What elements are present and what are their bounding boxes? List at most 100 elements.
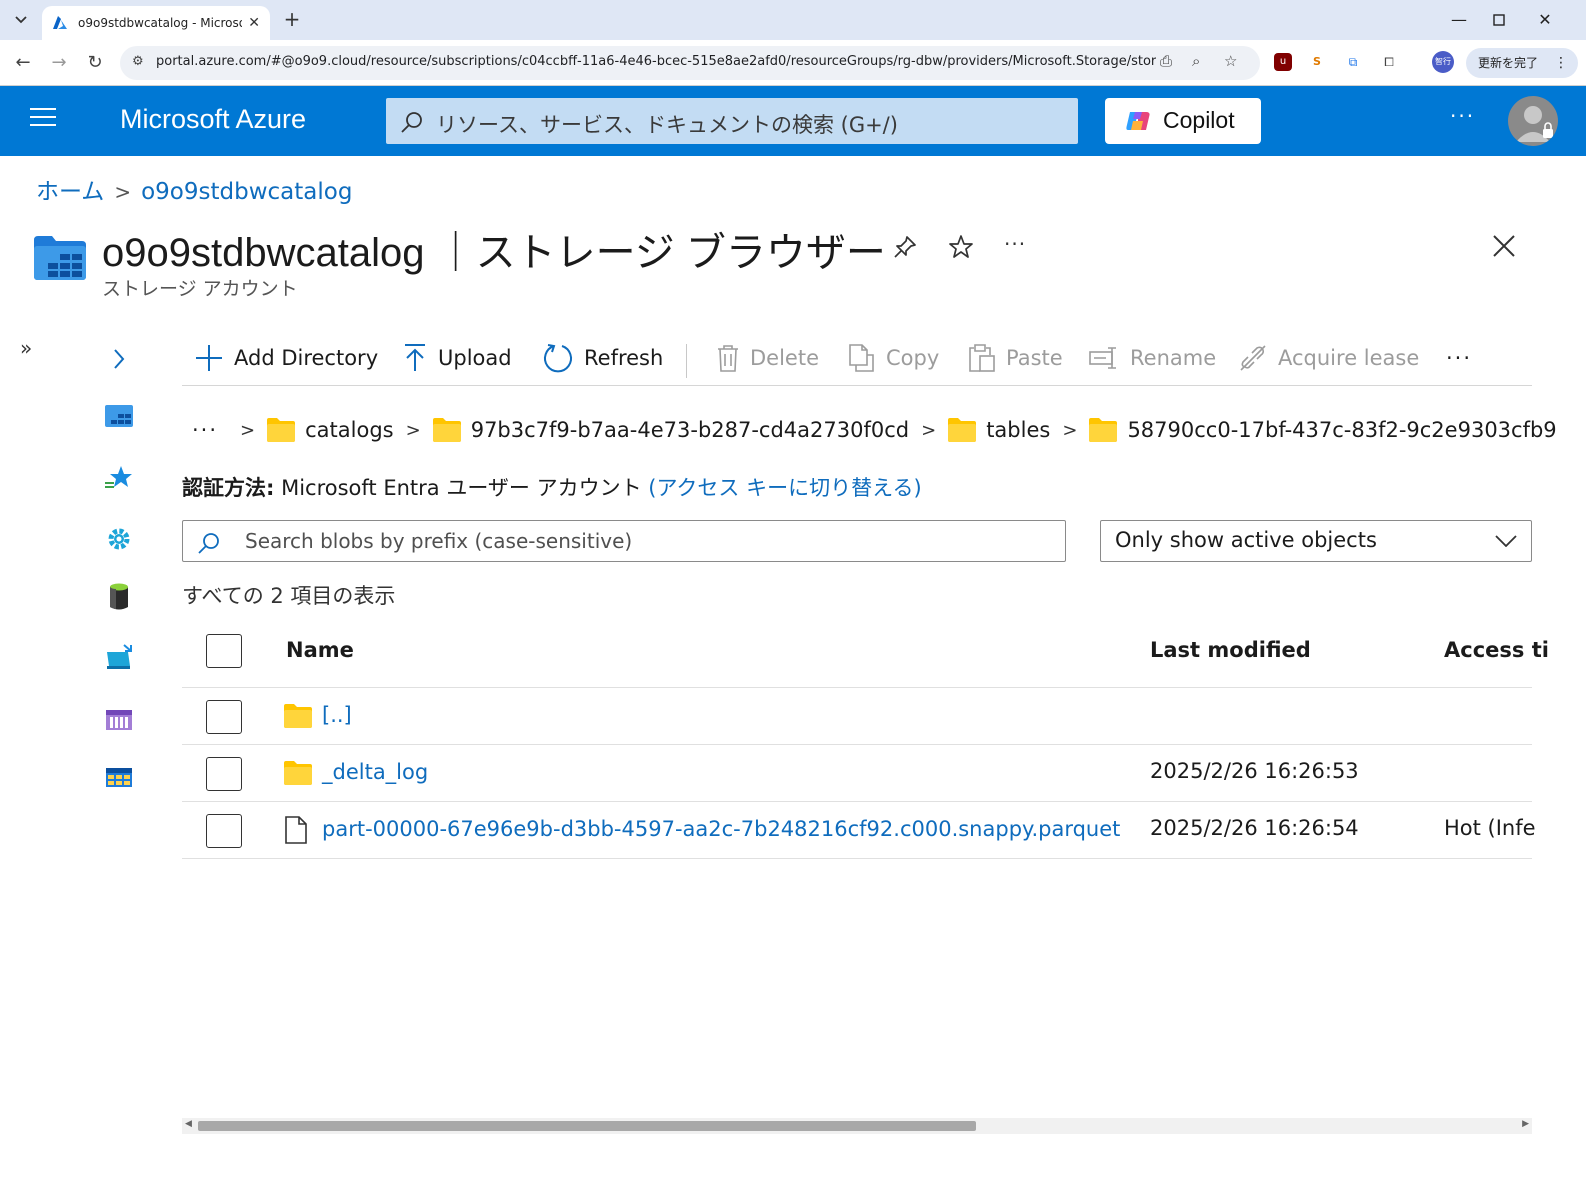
tab-search-button[interactable] — [8, 7, 34, 33]
column-header-last-modified[interactable]: Last modified — [1150, 638, 1311, 662]
last-modified-cell: 2025/2/26 16:26:54 — [1150, 816, 1359, 840]
folder-icon — [432, 418, 461, 442]
add-directory-label: Add Directory — [234, 346, 379, 370]
path-segment[interactable]: catalogs — [305, 418, 393, 442]
add-directory-button[interactable]: Add Directory — [194, 336, 378, 380]
browser-menu-icon[interactable]: ⋮ — [1554, 48, 1568, 78]
favorite-star-icon[interactable] — [948, 234, 974, 260]
scroll-left-icon[interactable]: ◀ — [185, 1119, 192, 1129]
blob-search-placeholder: Search blobs by prefix (case-sensitive) — [245, 529, 633, 553]
user-icon — [1516, 106, 1553, 142]
header-more-button[interactable]: ··· — [1450, 104, 1475, 128]
close-blade-icon[interactable] — [1492, 234, 1516, 258]
toolbar-more-button[interactable]: ··· — [1446, 336, 1472, 380]
last-modified-cell: 2025/2/26 16:26:53 — [1150, 759, 1359, 783]
azure-brand[interactable]: Microsoft Azure — [120, 104, 306, 135]
storage-account-menu-icon[interactable] — [104, 402, 134, 432]
table-row[interactable]: _delta_log 2025/2/26 16:26:53 — [182, 745, 1532, 802]
maximize-icon — [1493, 14, 1505, 26]
select-all-checkbox[interactable] — [206, 634, 242, 668]
refresh-icon — [544, 344, 572, 373]
row-checkbox[interactable] — [206, 814, 242, 848]
access-tier-cell: Hot (Infe — [1444, 816, 1536, 840]
forward-button[interactable]: → — [46, 50, 72, 76]
collapse-menu-icon[interactable]: » — [20, 336, 32, 360]
copy-icon — [849, 344, 874, 372]
switch-to-access-key-link[interactable]: (アクセス キーに切り替える) — [648, 476, 921, 500]
back-button[interactable]: ← — [10, 50, 36, 76]
pin-icon[interactable] — [892, 234, 918, 260]
reload-button[interactable]: ↻ — [82, 50, 108, 76]
chevron-right-icon: > — [240, 419, 256, 441]
table-row[interactable]: part-00000-67e96e9b-d3bb-4597-aa2c-7b248… — [182, 802, 1536, 859]
auth-method-value: Microsoft Entra ユーザー アカウント — [281, 476, 642, 500]
user-avatar[interactable] — [1508, 96, 1558, 146]
bookmark-star-icon[interactable]: ☆ — [1224, 52, 1237, 70]
extensions-puzzle-icon[interactable]: ⧠ — [1380, 53, 1398, 71]
column-header-access-tier[interactable]: Access ti — [1444, 638, 1549, 662]
row-checkbox[interactable] — [206, 757, 242, 791]
global-search-input[interactable]: リソース、サービス、ドキュメントの検索 (G+/) — [386, 98, 1078, 144]
folder-icon — [1089, 418, 1118, 442]
data-transfer-icon[interactable] — [104, 642, 134, 672]
favorites-menu-icon[interactable] — [104, 464, 134, 494]
copy-button[interactable]: Copy — [848, 336, 939, 380]
settings-gear-icon[interactable] — [104, 524, 134, 554]
table-header-row: Name Last modified Access ti — [182, 620, 1549, 688]
browser-tab-active[interactable]: o9o9stdbwcatalog - Microsoft Azure ✕ — [42, 6, 270, 40]
profile-avatar[interactable]: 智行 — [1432, 51, 1454, 73]
active-objects-dropdown[interactable]: Only show active objects — [1100, 520, 1532, 562]
blob-name-link[interactable]: [..] — [322, 703, 352, 727]
paste-button[interactable]: Paste — [968, 336, 1063, 380]
azure-top-bar: Microsoft Azure リソース、サービス、ドキュメントの検索 (G+/… — [0, 86, 1586, 156]
blob-name-link[interactable]: _delta_log — [322, 760, 428, 784]
data-storage-icon[interactable] — [104, 582, 134, 612]
breadcrumb-home[interactable]: ホーム — [36, 179, 104, 205]
path-segment[interactable]: 97b3c7f9-b7aa-4e73-b287-cd4a2730f0cd — [471, 418, 909, 442]
blade-more-button[interactable]: ··· — [1004, 232, 1026, 256]
upload-label: Upload — [438, 346, 512, 370]
site-info-icon[interactable]: ⚙ — [132, 54, 144, 69]
install-app-icon[interactable]: ⎙ — [1160, 52, 1172, 70]
column-header-name[interactable]: Name — [286, 638, 354, 662]
breadcrumb-resource[interactable]: o9o9stdbwcatalog — [141, 179, 352, 205]
command-toolbar: Add Directory Upload Refresh Delete Copy… — [182, 336, 1532, 386]
screenshot-extension-icon[interactable]: ⧉ — [1344, 53, 1362, 71]
queues-icon[interactable] — [104, 704, 134, 734]
scroll-right-icon[interactable]: ▶ — [1522, 1119, 1529, 1129]
row-checkbox[interactable] — [206, 700, 242, 734]
new-tab-button[interactable]: + — [280, 8, 304, 32]
zoom-icon[interactable]: ⌕ — [1192, 52, 1200, 70]
refresh-button[interactable]: Refresh — [542, 336, 663, 380]
folder-icon — [267, 418, 296, 442]
minimize-window-button[interactable]: — — [1444, 8, 1474, 32]
storage-account-icon — [34, 236, 86, 280]
toolbar-divider — [686, 344, 687, 378]
path-ellipsis-button[interactable]: ··· — [192, 418, 218, 442]
portal-menu-icon[interactable] — [30, 108, 56, 128]
blob-name-link[interactable]: part-00000-67e96e9b-d3bb-4597-aa2c-7b248… — [322, 817, 1120, 841]
rename-button[interactable]: Rename — [1088, 336, 1216, 380]
chevron-right-icon: > — [405, 419, 421, 441]
blob-search-input[interactable]: Search blobs by prefix (case-sensitive) — [182, 520, 1066, 562]
upload-button[interactable]: Upload — [402, 336, 512, 380]
svg-extension-icon[interactable]: S — [1308, 53, 1326, 71]
copilot-button[interactable]: Copilot — [1105, 98, 1261, 144]
maximize-window-button[interactable] — [1484, 8, 1514, 32]
close-tab-icon[interactable]: ✕ — [248, 15, 260, 31]
scrollbar-thumb[interactable] — [198, 1121, 976, 1131]
chevron-down-icon — [15, 16, 27, 24]
path-segment[interactable]: 58790cc0-17bf-437c-83f2-9c2e9303cfb9 — [1127, 418, 1556, 442]
delete-button[interactable]: Delete — [716, 336, 819, 380]
chevron-right-icon[interactable] — [104, 344, 134, 374]
tables-icon[interactable] — [104, 762, 134, 792]
path-segment[interactable]: tables — [986, 418, 1050, 442]
close-window-button[interactable]: ✕ — [1530, 8, 1560, 32]
update-browser-button[interactable]: 更新を完了 ⋮ — [1466, 48, 1578, 78]
table-row[interactable]: [..] — [182, 688, 1532, 745]
url-input[interactable]: ⚙ portal.azure.com/#@o9o9.cloud/resource… — [120, 46, 1260, 80]
ublock-extension-icon[interactable]: u — [1274, 53, 1292, 71]
update-label: 更新を完了 — [1478, 56, 1539, 70]
acquire-lease-button[interactable]: Acquire lease — [1238, 336, 1419, 380]
horizontal-scrollbar[interactable]: ◀ ▶ — [182, 1118, 1532, 1134]
